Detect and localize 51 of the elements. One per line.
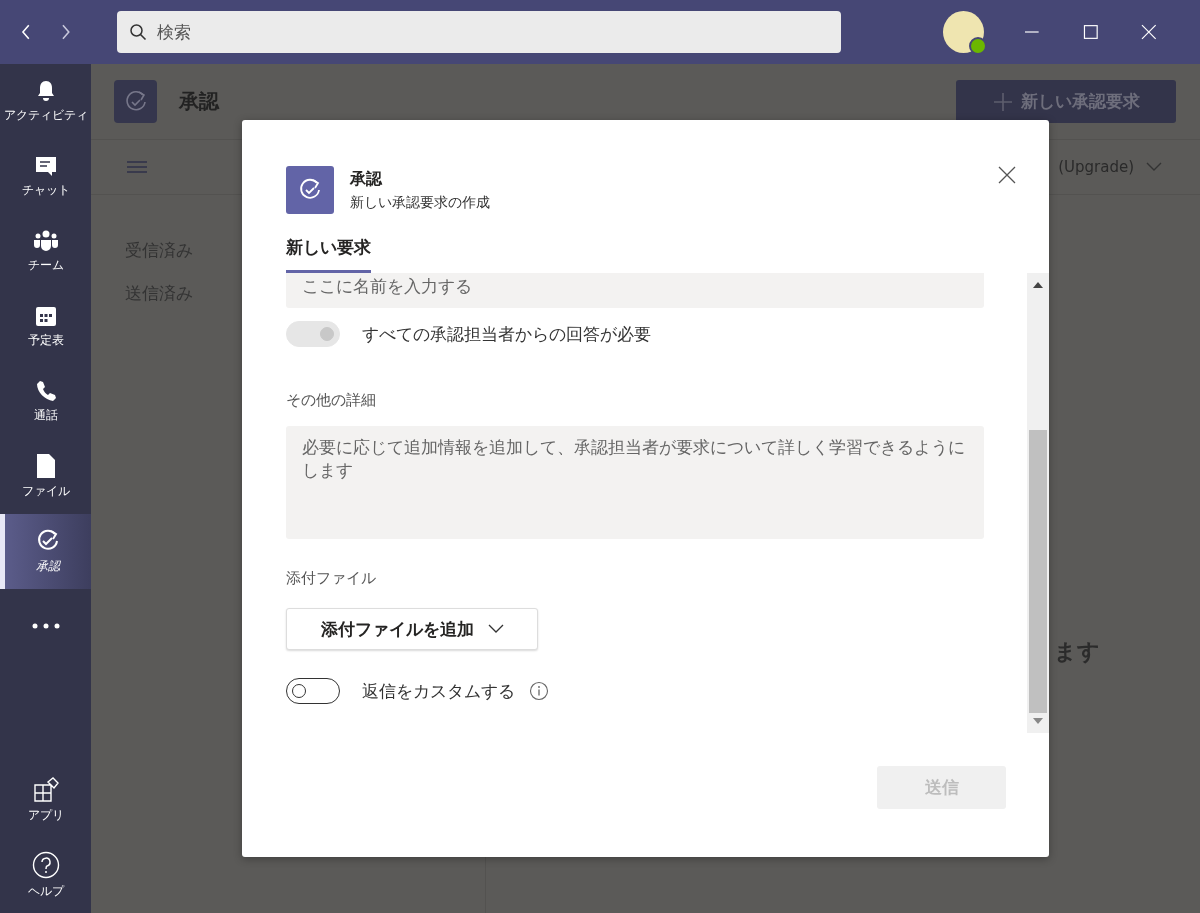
scroll-up-icon[interactable] xyxy=(1033,282,1043,288)
team-icon xyxy=(32,229,59,253)
dialog-subtitle: 新しい承認要求の作成 xyxy=(350,194,490,212)
field-label: 添付ファイル xyxy=(286,569,376,588)
sidebar-label: 予定表 xyxy=(27,332,64,349)
sidebar-item[interactable]: チーム xyxy=(0,214,91,289)
back-icon[interactable] xyxy=(20,23,32,41)
toggle-label: すべての承認担当者からの回答が必要 xyxy=(362,322,651,346)
sidebar-label: ヘルプ xyxy=(27,883,64,900)
sidebar-item[interactable]: ファイル xyxy=(0,439,91,514)
sidebar-label: アクティビティ xyxy=(3,107,88,124)
name-field[interactable]: ここに名前を入力する xyxy=(286,273,984,308)
app-icon xyxy=(114,80,157,123)
field-label: その他の詳細 xyxy=(286,391,376,410)
search-field[interactable]: 検索 xyxy=(117,11,842,53)
sidebar-label: チーム xyxy=(27,257,64,274)
help-icon xyxy=(31,851,60,879)
dialog-title: 承認 xyxy=(350,169,383,190)
status-badge xyxy=(969,37,988,55)
search-icon xyxy=(129,23,148,41)
search-input[interactable]: 検索 xyxy=(155,21,842,43)
sidebar-label: チャット xyxy=(21,182,70,199)
sidebar-item[interactable]: アクティビティ xyxy=(0,64,91,139)
scrollbar[interactable] xyxy=(1027,273,1049,733)
maximize-icon[interactable] xyxy=(1082,24,1099,40)
sidebar-item[interactable]: チャット xyxy=(0,139,91,214)
details-field[interactable]: 必要に応じて追加情報を追加して、承認担当者が要求について詳しく学習できるようにします xyxy=(286,426,984,539)
sidebar-item[interactable]: 承認 xyxy=(0,514,91,589)
apps-icon xyxy=(32,777,59,803)
toggle-switch[interactable] xyxy=(286,678,340,704)
sidebar-label: ファイル xyxy=(21,483,70,500)
sidebar-label: 承認 xyxy=(36,558,60,575)
add-attachment-button[interactable]: 添付ファイルを追加 xyxy=(286,608,538,650)
sidebar-item[interactable]: アプリ xyxy=(0,763,91,838)
more-icon[interactable] xyxy=(31,623,60,629)
page-title: 承認 xyxy=(179,88,219,115)
chevron-icon xyxy=(487,624,504,634)
info-icon[interactable] xyxy=(529,681,549,701)
sidebar-item[interactable]: 予定表 xyxy=(0,289,91,364)
plus-icon xyxy=(992,91,1013,112)
calendar-icon xyxy=(33,304,58,328)
scroll-down-icon[interactable] xyxy=(1033,718,1043,724)
close-icon[interactable] xyxy=(998,166,1016,184)
app-icon xyxy=(286,166,334,214)
sidebar-label: 通話 xyxy=(33,407,58,424)
sidebar-label: アプリ xyxy=(27,807,64,824)
chat-icon xyxy=(33,154,58,178)
sidebar-item[interactable]: ヘルプ xyxy=(0,838,91,913)
avatar[interactable] xyxy=(943,11,985,53)
toggle-label: 返信をカスタムする xyxy=(362,679,515,703)
sidebar-item[interactable]: 通話 xyxy=(0,364,91,439)
